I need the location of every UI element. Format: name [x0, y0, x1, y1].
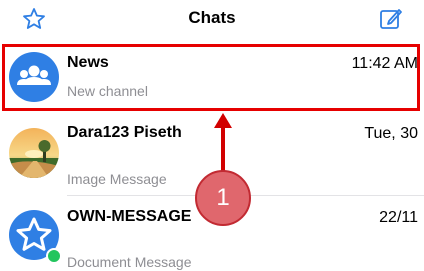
arrow-icon: [214, 113, 232, 171]
callout-badge: 1: [195, 170, 251, 226]
